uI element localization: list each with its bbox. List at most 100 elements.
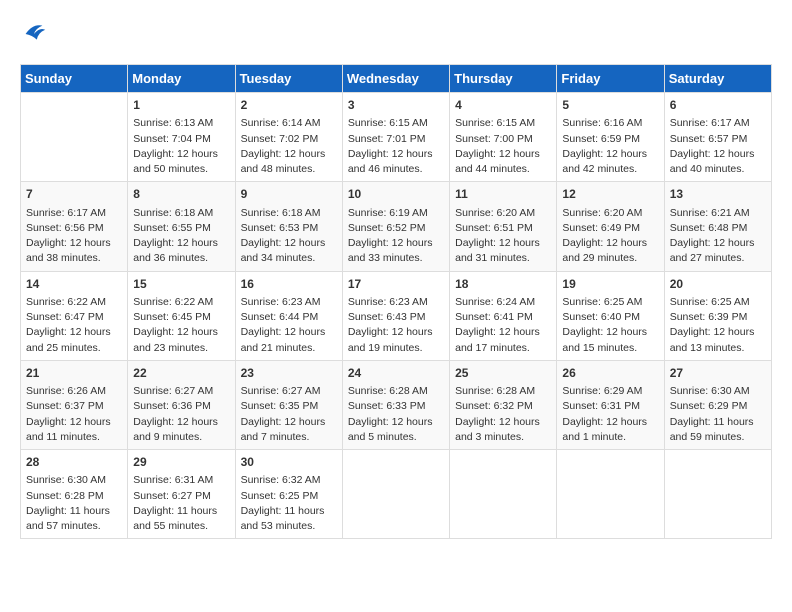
day-cell: 10Sunrise: 6:19 AM Sunset: 6:52 PM Dayli… — [342, 182, 449, 271]
day-cell: 28 Sunrise: 6:30 AM Sunset: 6:28 PM Dayli… — [21, 450, 128, 539]
day-cell: 8Sunrise: 6:18 AM Sunset: 6:55 PM Daylig… — [128, 182, 235, 271]
day-content: Sunrise: 6:16 AM Sunset: 6:59 PM Dayligh… — [562, 116, 658, 177]
header-cell-thursday: Thursday — [450, 65, 557, 93]
day-number: 26 — [562, 365, 658, 382]
day-content: Sunrise: 6:20 AM Sunset: 6:49 PM Dayligh… — [562, 206, 658, 267]
day-number: 20 — [670, 276, 766, 293]
day-number: 25 — [455, 365, 551, 382]
day-cell: 4Sunrise: 6:15 AM Sunset: 7:00 PM Daylig… — [450, 93, 557, 182]
day-cell — [450, 450, 557, 539]
day-number: 27 — [670, 365, 766, 382]
day-number: 7 — [26, 186, 122, 203]
day-content: Sunrise: 6:22 AM Sunset: 6:47 PM Dayligh… — [26, 295, 122, 356]
day-cell: 20 Sunrise: 6:25 AM Sunset: 6:39 PM Dayli… — [664, 271, 771, 360]
week-row-3: 14 Sunrise: 6:22 AM Sunset: 6:47 PM Dayli… — [21, 271, 772, 360]
day-cell: 7 Sunrise: 6:17 AM Sunset: 6:56 PM Daylig… — [21, 182, 128, 271]
day-content: Sunrise: 6:27 AM Sunset: 6:36 PM Dayligh… — [133, 384, 229, 445]
logo-bird-icon — [20, 20, 48, 48]
day-number: 12 — [562, 186, 658, 203]
day-content: Sunrise: 6:31 AM Sunset: 6:27 PM Dayligh… — [133, 473, 229, 534]
day-cell: 15Sunrise: 6:22 AM Sunset: 6:45 PM Dayli… — [128, 271, 235, 360]
day-number: 8 — [133, 186, 229, 203]
day-content: Sunrise: 6:25 AM Sunset: 6:40 PM Dayligh… — [562, 295, 658, 356]
day-content: Sunrise: 6:25 AM Sunset: 6:39 PM Dayligh… — [670, 295, 766, 356]
day-content: Sunrise: 6:18 AM Sunset: 6:53 PM Dayligh… — [241, 206, 337, 267]
day-cell: 27 Sunrise: 6:30 AM Sunset: 6:29 PM Dayli… — [664, 360, 771, 449]
day-number: 17 — [348, 276, 444, 293]
day-content: Sunrise: 6:14 AM Sunset: 7:02 PM Dayligh… — [241, 116, 337, 177]
day-cell: 26Sunrise: 6:29 AM Sunset: 6:31 PM Dayli… — [557, 360, 664, 449]
day-number: 18 — [455, 276, 551, 293]
day-number: 22 — [133, 365, 229, 382]
header-cell-sunday: Sunday — [21, 65, 128, 93]
day-cell: 6 Sunrise: 6:17 AM Sunset: 6:57 PM Daylig… — [664, 93, 771, 182]
day-number: 28 — [26, 454, 122, 471]
day-cell — [664, 450, 771, 539]
day-content: Sunrise: 6:28 AM Sunset: 6:32 PM Dayligh… — [455, 384, 551, 445]
day-content: Sunrise: 6:30 AM Sunset: 6:29 PM Dayligh… — [670, 384, 766, 445]
day-content: Sunrise: 6:24 AM Sunset: 6:41 PM Dayligh… — [455, 295, 551, 356]
day-content: Sunrise: 6:15 AM Sunset: 7:01 PM Dayligh… — [348, 116, 444, 177]
day-cell: 12 Sunrise: 6:20 AM Sunset: 6:49 PM Dayli… — [557, 182, 664, 271]
day-content: Sunrise: 6:21 AM Sunset: 6:48 PM Dayligh… — [670, 206, 766, 267]
day-number: 19 — [562, 276, 658, 293]
day-content: Sunrise: 6:20 AM Sunset: 6:51 PM Dayligh… — [455, 206, 551, 267]
day-number: 30 — [241, 454, 337, 471]
day-content: Sunrise: 6:23 AM Sunset: 6:44 PM Dayligh… — [241, 295, 337, 356]
day-content: Sunrise: 6:13 AM Sunset: 7:04 PM Dayligh… — [133, 116, 229, 177]
day-cell: 21 Sunrise: 6:26 AM Sunset: 6:37 PM Dayli… — [21, 360, 128, 449]
day-number: 5 — [562, 97, 658, 114]
day-content: Sunrise: 6:17 AM Sunset: 6:56 PM Dayligh… — [26, 206, 122, 267]
day-cell: 5 Sunrise: 6:16 AM Sunset: 6:59 PM Daylig… — [557, 93, 664, 182]
calendar-table: SundayMondayTuesdayWednesdayThursdayFrid… — [20, 64, 772, 539]
week-row-5: 28 Sunrise: 6:30 AM Sunset: 6:28 PM Dayli… — [21, 450, 772, 539]
day-cell: 11 Sunrise: 6:20 AM Sunset: 6:51 PM Dayli… — [450, 182, 557, 271]
week-row-1: 1 Sunrise: 6:13 AM Sunset: 7:04 PM Daylig… — [21, 93, 772, 182]
day-content: Sunrise: 6:26 AM Sunset: 6:37 PM Dayligh… — [26, 384, 122, 445]
day-cell — [21, 93, 128, 182]
header-row: SundayMondayTuesdayWednesdayThursdayFrid… — [21, 65, 772, 93]
day-content: Sunrise: 6:19 AM Sunset: 6:52 PM Dayligh… — [348, 206, 444, 267]
day-number: 9 — [241, 186, 337, 203]
day-number: 24 — [348, 365, 444, 382]
day-cell: 29 Sunrise: 6:31 AM Sunset: 6:27 PM Dayli… — [128, 450, 235, 539]
day-cell: 13 Sunrise: 6:21 AM Sunset: 6:48 PM Dayli… — [664, 182, 771, 271]
header-cell-friday: Friday — [557, 65, 664, 93]
day-number: 14 — [26, 276, 122, 293]
day-number: 29 — [133, 454, 229, 471]
day-content: Sunrise: 6:22 AM Sunset: 6:45 PM Dayligh… — [133, 295, 229, 356]
day-number: 6 — [670, 97, 766, 114]
page-header — [20, 20, 772, 48]
day-cell: 3 Sunrise: 6:15 AM Sunset: 7:01 PM Daylig… — [342, 93, 449, 182]
day-cell: 25 Sunrise: 6:28 AM Sunset: 6:32 PM Dayli… — [450, 360, 557, 449]
day-number: 16 — [241, 276, 337, 293]
day-content: Sunrise: 6:23 AM Sunset: 6:43 PM Dayligh… — [348, 295, 444, 356]
week-row-4: 21 Sunrise: 6:26 AM Sunset: 6:37 PM Dayli… — [21, 360, 772, 449]
logo — [20, 20, 52, 48]
day-content: Sunrise: 6:17 AM Sunset: 6:57 PM Dayligh… — [670, 116, 766, 177]
calendar-body: 1 Sunrise: 6:13 AM Sunset: 7:04 PM Daylig… — [21, 93, 772, 539]
day-cell: 16 Sunrise: 6:23 AM Sunset: 6:44 PM Dayli… — [235, 271, 342, 360]
day-number: 13 — [670, 186, 766, 203]
day-number: 3 — [348, 97, 444, 114]
day-content: Sunrise: 6:27 AM Sunset: 6:35 PM Dayligh… — [241, 384, 337, 445]
header-cell-monday: Monday — [128, 65, 235, 93]
day-number: 2 — [241, 97, 337, 114]
day-number: 21 — [26, 365, 122, 382]
day-content: Sunrise: 6:15 AM Sunset: 7:00 PM Dayligh… — [455, 116, 551, 177]
day-number: 1 — [133, 97, 229, 114]
day-cell: 1 Sunrise: 6:13 AM Sunset: 7:04 PM Daylig… — [128, 93, 235, 182]
header-cell-tuesday: Tuesday — [235, 65, 342, 93]
day-cell: 22 Sunrise: 6:27 AM Sunset: 6:36 PM Dayli… — [128, 360, 235, 449]
header-cell-wednesday: Wednesday — [342, 65, 449, 93]
header-cell-saturday: Saturday — [664, 65, 771, 93]
day-content: Sunrise: 6:30 AM Sunset: 6:28 PM Dayligh… — [26, 473, 122, 534]
day-cell: 30Sunrise: 6:32 AM Sunset: 6:25 PM Dayli… — [235, 450, 342, 539]
week-row-2: 7 Sunrise: 6:17 AM Sunset: 6:56 PM Daylig… — [21, 182, 772, 271]
calendar-header: SundayMondayTuesdayWednesdayThursdayFrid… — [21, 65, 772, 93]
day-number: 11 — [455, 186, 551, 203]
day-content: Sunrise: 6:28 AM Sunset: 6:33 PM Dayligh… — [348, 384, 444, 445]
day-cell — [342, 450, 449, 539]
day-cell: 17 Sunrise: 6:23 AM Sunset: 6:43 PM Dayli… — [342, 271, 449, 360]
day-cell: 24 Sunrise: 6:28 AM Sunset: 6:33 PM Dayli… — [342, 360, 449, 449]
